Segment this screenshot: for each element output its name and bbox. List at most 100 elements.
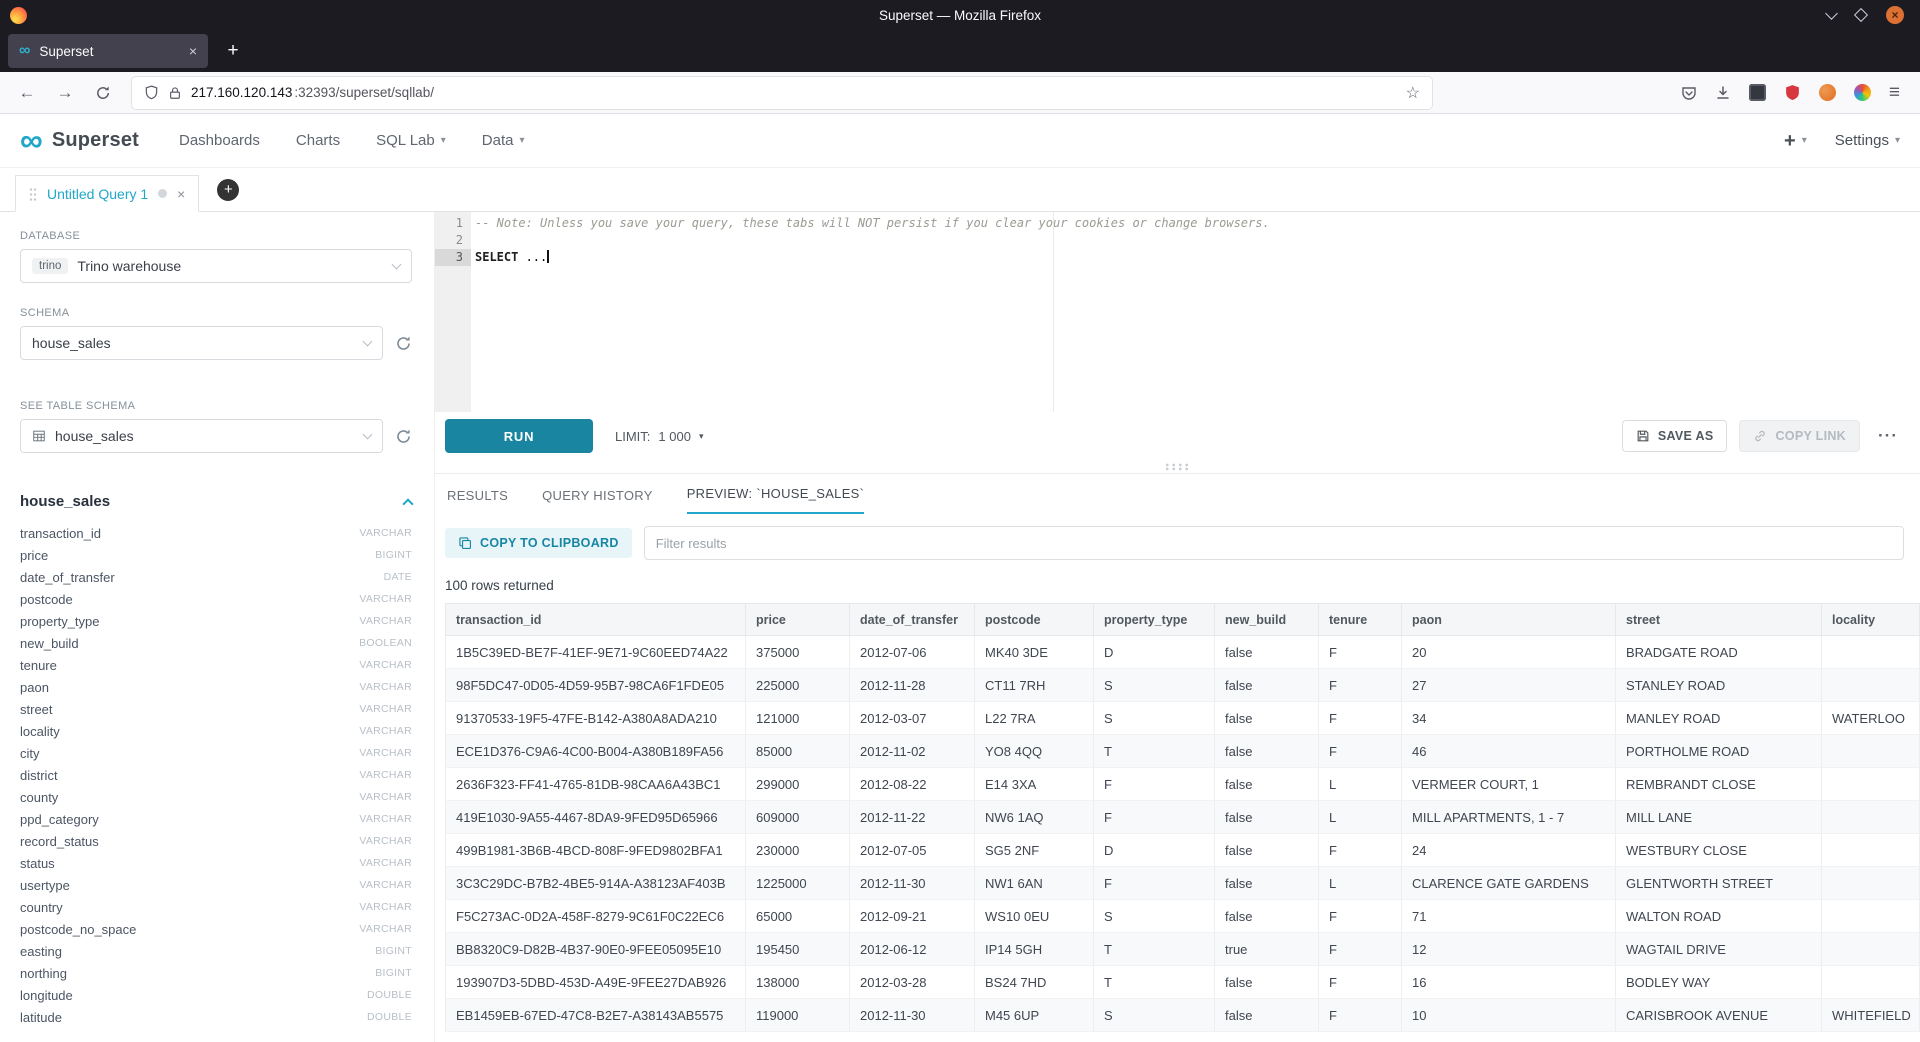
reload-button[interactable] <box>88 78 118 108</box>
back-button[interactable]: ← <box>12 78 42 108</box>
table-row[interactable]: ECE1D376-C9A6-4C00-B004-A380B189FA568500… <box>446 735 1920 768</box>
schema-column-row[interactable]: northingBIGINT <box>20 962 412 984</box>
table-row[interactable]: 1B5C39ED-BE7F-41EF-9E71-9C60EED74A223750… <box>446 636 1920 669</box>
limit-control[interactable]: LIMIT: 1 000 ▾ <box>615 429 703 444</box>
pane-splitter[interactable] <box>435 460 1920 474</box>
editor-content[interactable]: -- Note: Unless you save your query, the… <box>471 212 1920 412</box>
tab-close-button[interactable]: × <box>189 43 197 59</box>
column-header-paon[interactable]: paon <box>1402 604 1616 636</box>
menu-button[interactable]: ≡ <box>1889 82 1900 104</box>
schema-column-row[interactable]: new_buildBOOLEAN <box>20 632 412 654</box>
table-row[interactable]: 499B1981-3B6B-4BCD-808F-9FED9802BFA12300… <box>446 834 1920 867</box>
schema-column-row[interactable]: usertypeVARCHAR <box>20 874 412 896</box>
results-tab-query-history[interactable]: QUERY HISTORY <box>542 488 653 514</box>
query-tab-active[interactable]: Untitled Query 1 × <box>15 175 199 212</box>
add-new-button[interactable]: + ▾ <box>1784 131 1807 151</box>
schema-refresh-button[interactable] <box>395 335 412 352</box>
schema-column-row[interactable]: postcode_no_spaceVARCHAR <box>20 918 412 940</box>
forward-button[interactable]: → <box>50 78 80 108</box>
extension-button-2[interactable] <box>1784 84 1801 101</box>
more-options-button[interactable]: ··· <box>1872 426 1904 446</box>
table-row[interactable]: BB8320C9-D82B-4B37-90E0-9FEE05095E101954… <box>446 933 1920 966</box>
nav-item-sql-lab[interactable]: SQL Lab▾ <box>376 132 446 149</box>
window-minimize-button[interactable] <box>1827 13 1836 18</box>
tracking-shield-icon[interactable] <box>144 85 159 100</box>
schema-column-row[interactable]: eastingBIGINT <box>20 940 412 962</box>
column-header-street[interactable]: street <box>1616 604 1822 636</box>
table-select[interactable]: house_sales <box>20 419 383 453</box>
schema-column-row[interactable]: ppd_categoryVARCHAR <box>20 808 412 830</box>
run-button[interactable]: RUN <box>445 419 593 453</box>
table-row[interactable]: EB1459EB-67ED-47C8-B2E7-A38143AB55751190… <box>446 999 1920 1032</box>
schema-column-row[interactable]: latitudeDOUBLE <box>20 1006 412 1028</box>
schema-column-row[interactable]: longitudeDOUBLE <box>20 984 412 1006</box>
nav-item-data[interactable]: Data▾ <box>482 132 525 149</box>
table-row[interactable]: 193907D3-5DBD-453D-A49E-9FEE27DAB9261380… <box>446 966 1920 999</box>
column-name: property_type <box>20 614 100 629</box>
superset-brand[interactable]: ∞ Superset <box>20 126 139 155</box>
url-bar[interactable]: 217.160.120.143 :32393/superset/sqllab/ … <box>132 77 1432 109</box>
schema-column-row[interactable]: cityVARCHAR <box>20 742 412 764</box>
column-header-tenure[interactable]: tenure <box>1319 604 1402 636</box>
sql-editor[interactable]: 1 2 3 -- Note: Unless you save your quer… <box>435 212 1920 412</box>
nav-item-dashboards[interactable]: Dashboards <box>179 132 260 149</box>
database-label: DATABASE <box>20 230 412 242</box>
save-as-button[interactable]: SAVE AS <box>1622 420 1728 452</box>
column-header-date-of-transfer[interactable]: date_of_transfer <box>850 604 975 636</box>
browser-tab[interactable]: ∞ Superset × <box>8 34 208 68</box>
copy-link-button[interactable]: COPY LINK <box>1739 420 1860 452</box>
database-select[interactable]: trino Trino warehouse <box>20 249 412 283</box>
table-cell: F <box>1094 801 1215 834</box>
table-row[interactable]: 2636F323-FF41-4765-81DB-98CAA6A43BC12990… <box>446 768 1920 801</box>
column-name: city <box>20 746 40 761</box>
column-header-locality[interactable]: locality <box>1822 604 1920 636</box>
results-tab-results[interactable]: RESULTS <box>447 488 508 514</box>
pocket-button[interactable] <box>1681 85 1697 101</box>
schema-column-row[interactable]: postcodeVARCHAR <box>20 588 412 610</box>
table-row[interactable]: 91370533-19F5-47FE-B142-A380A8ADA2101210… <box>446 702 1920 735</box>
extension-button-1[interactable] <box>1749 84 1766 101</box>
extension-button-3[interactable] <box>1819 84 1836 101</box>
nav-item-charts[interactable]: Charts <box>296 132 340 149</box>
add-query-tab-button[interactable]: + <box>217 179 239 201</box>
bookmark-star-button[interactable]: ☆ <box>1406 83 1420 103</box>
schema-select[interactable]: house_sales <box>20 326 383 360</box>
column-header-transaction-id[interactable]: transaction_id <box>446 604 746 636</box>
results-tab-preview-house-sales[interactable]: PREVIEW: `HOUSE_SALES` <box>687 486 865 514</box>
drag-handle-icon[interactable] <box>29 187 37 201</box>
schema-column-row[interactable]: priceBIGINT <box>20 544 412 566</box>
column-header-price[interactable]: price <box>746 604 850 636</box>
filter-results-input[interactable] <box>644 526 1904 560</box>
copy-to-clipboard-button[interactable]: COPY TO CLIPBOARD <box>445 528 632 558</box>
schema-column-row[interactable]: countyVARCHAR <box>20 786 412 808</box>
column-header-property-type[interactable]: property_type <box>1094 604 1215 636</box>
window-close-button[interactable]: × <box>1886 6 1904 24</box>
schema-column-row[interactable]: property_typeVARCHAR <box>20 610 412 632</box>
query-tab-close-button[interactable]: × <box>177 186 185 202</box>
schema-column-row[interactable]: localityVARCHAR <box>20 720 412 742</box>
schema-column-row[interactable]: paonVARCHAR <box>20 676 412 698</box>
schema-column-row[interactable]: date_of_transferDATE <box>20 566 412 588</box>
extension-button-4[interactable] <box>1854 84 1871 101</box>
new-tab-button[interactable]: + <box>218 36 248 66</box>
table-row[interactable]: 419E1030-9A55-4467-8DA9-9FED95D659666090… <box>446 801 1920 834</box>
schema-column-row[interactable]: countryVARCHAR <box>20 896 412 918</box>
window-maximize-button[interactable] <box>1856 10 1866 20</box>
settings-menu[interactable]: Settings ▾ <box>1835 132 1900 149</box>
schema-column-row[interactable]: streetVARCHAR <box>20 698 412 720</box>
schema-column-row[interactable]: statusVARCHAR <box>20 852 412 874</box>
column-header-new-build[interactable]: new_build <box>1215 604 1319 636</box>
table-cell: WESTBURY CLOSE <box>1616 834 1822 867</box>
column-header-postcode[interactable]: postcode <box>975 604 1094 636</box>
table-row[interactable]: 98F5DC47-0D05-4D59-95B7-98CA6F1FDE052250… <box>446 669 1920 702</box>
table-row[interactable]: F5C273AC-0D2A-458F-8279-9C61F0C22EC66500… <box>446 900 1920 933</box>
collapse-chevron-button[interactable] <box>402 498 413 509</box>
schema-column-row[interactable]: tenureVARCHAR <box>20 654 412 676</box>
lock-icon[interactable] <box>168 86 182 100</box>
table-row[interactable]: 3C3C29DC-B7B2-4BE5-914A-A38123AF403B1225… <box>446 867 1920 900</box>
downloads-button[interactable] <box>1715 85 1731 101</box>
schema-column-row[interactable]: transaction_idVARCHAR <box>20 522 412 544</box>
schema-column-row[interactable]: districtVARCHAR <box>20 764 412 786</box>
table-refresh-button[interactable] <box>395 428 412 445</box>
schema-column-row[interactable]: record_statusVARCHAR <box>20 830 412 852</box>
